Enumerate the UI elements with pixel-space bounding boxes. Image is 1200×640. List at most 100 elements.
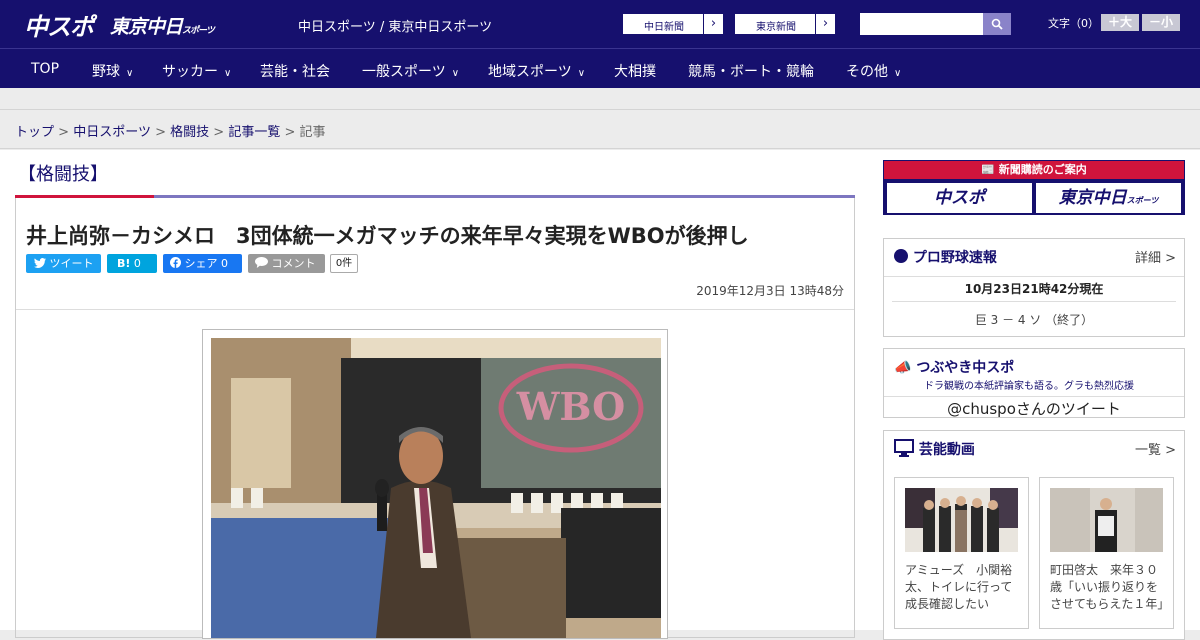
top-header: 中スポ 東京中日スポーツ 中日スポーツ / 東京中日スポーツ 中日新聞 › 東京新… bbox=[0, 0, 1200, 48]
baseball-panel-title: プロ野球速報 bbox=[894, 247, 997, 267]
breadcrumb-article-list[interactable]: 記事一覧 bbox=[228, 125, 280, 140]
chevron-down-icon: ∨ bbox=[224, 68, 232, 79]
video-caption: アミューズ 小関裕太、トイレに行って成長確認したい bbox=[905, 563, 1013, 611]
font-size-label: 文字（0） bbox=[1048, 17, 1099, 30]
ad-band bbox=[0, 88, 1200, 110]
breadcrumb-chunichi-sports[interactable]: 中日スポーツ bbox=[73, 125, 151, 140]
video-thumbnail bbox=[1050, 488, 1163, 552]
twitter-timeline-link[interactable]: @chuspoさんのツイート bbox=[884, 398, 1184, 419]
video-card[interactable]: アミューズ 小関裕太、トイレに行って成長確認したい bbox=[894, 477, 1029, 629]
search-box bbox=[860, 13, 1011, 35]
comment-bubble-icon bbox=[255, 257, 268, 268]
chunichi-shimbun-label: 中日新聞 bbox=[644, 22, 684, 33]
nav-item-local-sports[interactable]: 地域スポーツ ∨ bbox=[488, 61, 585, 81]
tokyo-shimbun-label: 東京新聞 bbox=[756, 22, 796, 33]
category-title: 【格闘技】 bbox=[18, 164, 108, 185]
video-thumbnail bbox=[905, 488, 1018, 552]
chevron-down-icon: ∨ bbox=[894, 68, 902, 79]
tweets-panel-title: 📣 つぶやき中スポ bbox=[894, 357, 1014, 377]
font-smaller-button[interactable]: －小 bbox=[1142, 14, 1180, 31]
breadcrumb-current: 記事 bbox=[299, 125, 326, 140]
subscription-banner-header: 📰 新聞購読のご案内 bbox=[884, 161, 1184, 179]
search-button[interactable] bbox=[983, 13, 1011, 35]
article-date: 2019年12月3日 13時48分 bbox=[696, 284, 844, 298]
hatena-button[interactable]: B! 0 bbox=[107, 254, 157, 273]
photo-wbo-sign: WBO bbox=[516, 384, 626, 429]
nav-label: 芸能・社会 bbox=[260, 64, 330, 80]
video-card[interactable]: 町田啓太 来年３０歳「いい振り返りをさせてもらえた１年」 bbox=[1039, 477, 1174, 629]
chevron-down-icon: ∨ bbox=[577, 68, 586, 79]
breadcrumb-separator: > bbox=[155, 125, 166, 140]
facebook-count: 0 bbox=[221, 257, 228, 270]
nav-label: 野球 bbox=[92, 64, 120, 80]
nav-label: その他 bbox=[846, 64, 888, 80]
site-name[interactable]: 中日スポーツ / 東京中日スポーツ bbox=[298, 16, 492, 35]
facebook-share-button[interactable]: シェア 0 bbox=[163, 254, 242, 273]
nav-item-sumo[interactable]: 大相撲 bbox=[614, 61, 656, 81]
tweet-label: ツイート bbox=[49, 257, 94, 270]
nav-label: TOP bbox=[31, 61, 60, 77]
baseball-icon bbox=[894, 249, 908, 263]
tweets-title-text: つぶやき中スポ bbox=[916, 360, 1015, 376]
tweet-button[interactable]: ツイート bbox=[26, 254, 101, 273]
search-icon bbox=[991, 18, 1003, 30]
chuspo-subscribe-logo[interactable]: 中スポ bbox=[887, 183, 1032, 213]
video-panel-title: 芸能動画 bbox=[894, 439, 975, 459]
entertainment-video-panel: 芸能動画 一覧 > アミューズ 小関裕太、トイレに行って成長確認したい 町田啓太… bbox=[883, 430, 1185, 640]
nav-item-entertainment[interactable]: 芸能・社会 bbox=[260, 61, 330, 81]
tweets-subtitle: ドラ観戦の本紙評論家も語る。グラも熱烈応援 bbox=[924, 381, 1134, 392]
chunichi-shimbun-button[interactable]: 中日新聞 › bbox=[622, 13, 724, 35]
tokyo-logo-main: 東京中日 bbox=[110, 16, 183, 38]
press-conference-photo: WBO bbox=[211, 338, 661, 638]
twitter-bird-icon bbox=[34, 258, 46, 268]
baseball-detail-link[interactable]: 詳細 > bbox=[1135, 247, 1176, 266]
nav-label: 一般スポーツ bbox=[362, 64, 446, 80]
score-timestamp: 10月23日21時42分現在 bbox=[964, 282, 1104, 296]
font-larger-button[interactable]: ＋大 bbox=[1101, 14, 1139, 31]
chevron-down-icon: ∨ bbox=[126, 68, 134, 79]
baseball-scores-panel: プロ野球速報 詳細 > 10月23日21時42分現在 巨 3 － 4 ソ （終了… bbox=[883, 238, 1185, 337]
video-list-link[interactable]: 一覧 > bbox=[1135, 439, 1176, 458]
nav-item-racing[interactable]: 競馬・ボート・競輪 bbox=[688, 61, 814, 81]
nav-item-others[interactable]: その他 ∨ bbox=[846, 61, 901, 81]
chuspo-logo[interactable]: 中スポ bbox=[24, 7, 94, 42]
nav-label: 競馬・ボート・競輪 bbox=[688, 64, 814, 80]
chevron-right-icon: › bbox=[703, 14, 723, 34]
tweets-panel: 📣 つぶやき中スポ ドラ観戦の本紙評論家も語る。グラも熱烈応援 @chuspoさ… bbox=[883, 348, 1185, 418]
breadcrumb: トップ > 中日スポーツ > 格闘技 > 記事一覧 > 記事 bbox=[0, 111, 1200, 149]
subscription-banner[interactable]: 📰 新聞購読のご案内 中スポ 東京中日スポーツ bbox=[883, 160, 1185, 215]
tokyo-subscribe-small: スポーツ bbox=[1126, 196, 1159, 205]
facebook-icon bbox=[170, 257, 181, 268]
article: 井上尚弥－カシメロ 3団体統一メガマッチの来年早々実現をWBOが後押し ツイート… bbox=[15, 198, 855, 639]
video-title-text: 芸能動画 bbox=[918, 442, 975, 458]
nav-item-baseball[interactable]: 野球 ∨ bbox=[92, 61, 133, 81]
main-content: 【格闘技】 井上尚弥－カシメロ 3団体統一メガマッチの来年早々実現をWBOが後押… bbox=[0, 150, 1200, 640]
nav-item-general-sports[interactable]: 一般スポーツ ∨ bbox=[362, 61, 459, 81]
breadcrumb-separator: > bbox=[58, 125, 70, 140]
breadcrumb-separator: > bbox=[284, 125, 296, 140]
megaphone-icon: 📣 bbox=[894, 360, 912, 376]
breadcrumb-top[interactable]: トップ bbox=[15, 125, 54, 140]
facebook-label: シェア bbox=[184, 257, 218, 270]
tokyo-chunichi-logo[interactable]: 東京中日スポーツ bbox=[110, 12, 215, 39]
article-headline: 井上尚弥－カシメロ 3団体統一メガマッチの来年早々実現をWBOが後押し bbox=[26, 224, 749, 248]
tokyo-chunichi-subscribe-logo[interactable]: 東京中日スポーツ bbox=[1036, 183, 1181, 213]
comment-button[interactable]: コメント bbox=[248, 254, 325, 273]
divider bbox=[16, 309, 854, 310]
tokyo-subscribe-main: 東京中日 bbox=[1058, 188, 1127, 208]
search-input[interactable] bbox=[860, 13, 983, 35]
chevron-down-icon: ∨ bbox=[451, 68, 460, 79]
tokyo-logo-small: スポーツ bbox=[182, 26, 215, 36]
breadcrumb-combat-sports[interactable]: 格闘技 bbox=[170, 125, 209, 140]
main-nav: TOP 野球 ∨ サッカー ∨ 芸能・社会 一般スポーツ ∨ 地域スポーツ ∨ 大相撲 … bbox=[0, 48, 1200, 88]
chevron-right-icon: › bbox=[815, 14, 835, 34]
nav-item-soccer[interactable]: サッカー ∨ bbox=[162, 61, 231, 81]
nav-label: 大相撲 bbox=[614, 64, 656, 80]
monitor-icon bbox=[894, 439, 914, 457]
newspaper-icon: 📰 bbox=[981, 163, 995, 176]
subscription-banner-title: 新聞購読のご案内 bbox=[998, 163, 1087, 176]
nav-item-top[interactable]: TOP bbox=[31, 61, 59, 77]
tokyo-shimbun-button[interactable]: 東京新聞 › bbox=[734, 13, 836, 35]
article-photo[interactable]: WBO bbox=[211, 338, 661, 638]
game-score[interactable]: 巨 3 － 4 ソ （終了） bbox=[884, 311, 1184, 328]
